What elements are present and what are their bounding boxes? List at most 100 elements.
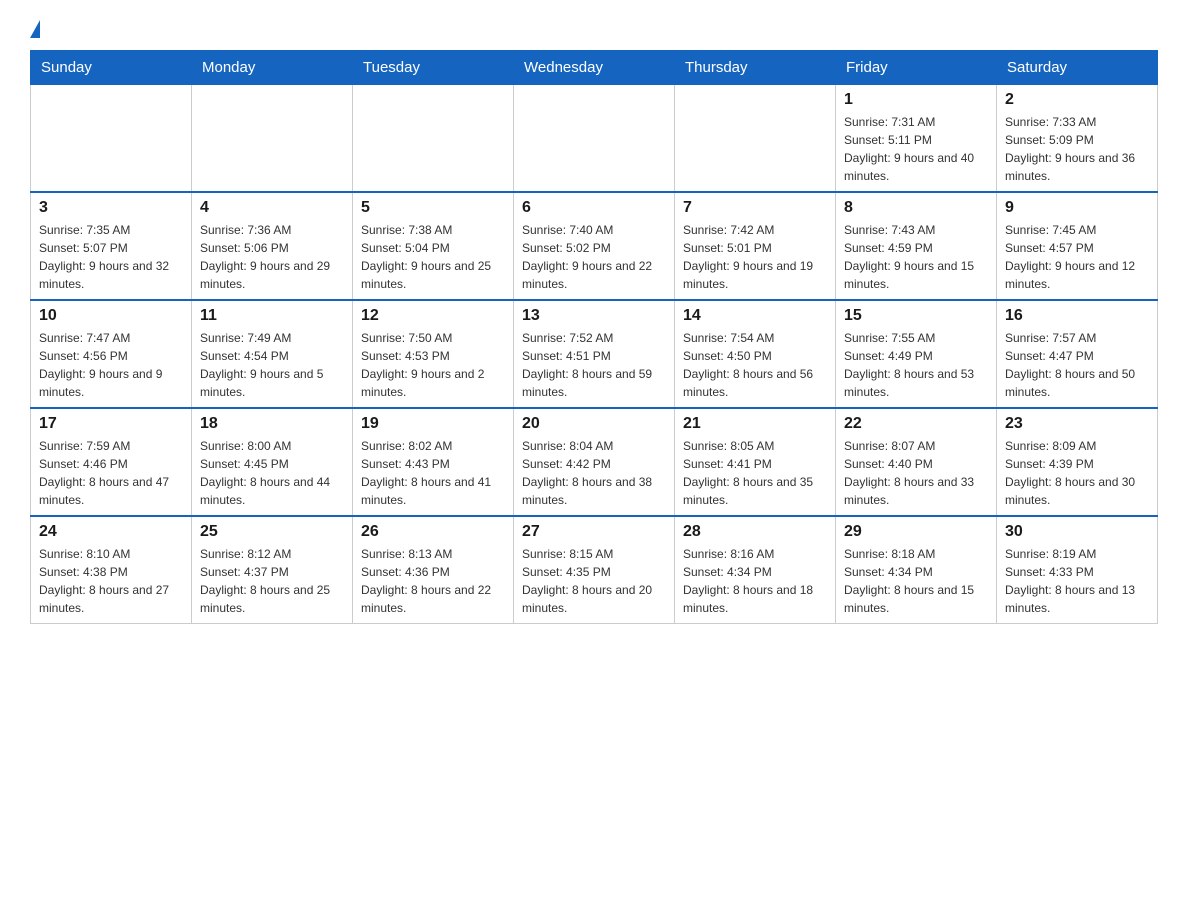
header-wednesday: Wednesday [514,51,675,85]
table-row [31,85,192,193]
table-row: 1Sunrise: 7:31 AM Sunset: 5:11 PM Daylig… [836,85,997,193]
day-number: 25 [200,523,344,541]
table-row: 29 Sunrise: 8:18 AM Sunset: 4:34 PM Dayli… [836,516,997,624]
day-info: Sunrise: 8:07 AM Sunset: 4:40 PM Dayligh… [844,437,988,509]
day-info: Sunrise: 7:59 AM Sunset: 4:46 PM Dayligh… [39,437,183,509]
calendar-week-5: 24 Sunrise: 8:10 AM Sunset: 4:38 PM Dayli… [31,516,1158,624]
table-row: 4 Sunrise: 7:36 AM Sunset: 5:06 PM Daylig… [192,192,353,300]
table-row: 20 Sunrise: 8:04 AM Sunset: 4:42 PM Dayli… [514,408,675,516]
day-number: 13 [522,307,666,325]
day-info: Sunrise: 8:00 AM Sunset: 4:45 PM Dayligh… [200,437,344,509]
day-number: 21 [683,415,827,433]
page-header [30,20,1158,40]
day-info: Sunrise: 8:12 AM Sunset: 4:37 PM Dayligh… [200,545,344,617]
day-info: Sunrise: 7:47 AM Sunset: 4:56 PM Dayligh… [39,329,183,401]
day-number: 12 [361,307,505,325]
table-row: 11 Sunrise: 7:49 AM Sunset: 4:54 PM Dayli… [192,300,353,408]
table-row [514,85,675,193]
day-number: 10 [39,307,183,325]
day-info: Sunrise: 8:04 AM Sunset: 4:42 PM Dayligh… [522,437,666,509]
logo-triangle-icon [30,20,40,38]
table-row: 17 Sunrise: 7:59 AM Sunset: 4:46 PM Dayli… [31,408,192,516]
calendar-week-4: 17 Sunrise: 7:59 AM Sunset: 4:46 PM Dayli… [31,408,1158,516]
day-number: 5 [361,199,505,217]
table-row: 13 Sunrise: 7:52 AM Sunset: 4:51 PM Dayli… [514,300,675,408]
day-info: Sunrise: 7:52 AM Sunset: 4:51 PM Dayligh… [522,329,666,401]
table-row: 16 Sunrise: 7:57 AM Sunset: 4:47 PM Dayli… [997,300,1158,408]
day-info: Sunrise: 7:31 AM Sunset: 5:11 PM Dayligh… [844,113,988,185]
header-saturday: Saturday [997,51,1158,85]
table-row [192,85,353,193]
day-number: 26 [361,523,505,541]
day-info: Sunrise: 8:02 AM Sunset: 4:43 PM Dayligh… [361,437,505,509]
day-number: 18 [200,415,344,433]
table-row: 23 Sunrise: 8:09 AM Sunset: 4:39 PM Dayli… [997,408,1158,516]
table-row: 15 Sunrise: 7:55 AM Sunset: 4:49 PM Dayli… [836,300,997,408]
day-number: 4 [200,199,344,217]
day-number: 24 [39,523,183,541]
day-number: 15 [844,307,988,325]
day-number: 20 [522,415,666,433]
day-number: 11 [200,307,344,325]
calendar-week-3: 10 Sunrise: 7:47 AM Sunset: 4:56 PM Dayli… [31,300,1158,408]
table-row [353,85,514,193]
day-number: 30 [1005,523,1149,541]
day-number: 6 [522,199,666,217]
day-number: 19 [361,415,505,433]
header-tuesday: Tuesday [353,51,514,85]
day-info: Sunrise: 8:10 AM Sunset: 4:38 PM Dayligh… [39,545,183,617]
day-number: 29 [844,523,988,541]
table-row: 30Sunrise: 8:19 AM Sunset: 4:33 PM Dayli… [997,516,1158,624]
table-row: 9 Sunrise: 7:45 AM Sunset: 4:57 PM Daylig… [997,192,1158,300]
day-number: 2 [1005,91,1149,109]
day-info: Sunrise: 7:38 AM Sunset: 5:04 PM Dayligh… [361,221,505,293]
day-number: 17 [39,415,183,433]
table-row: 10 Sunrise: 7:47 AM Sunset: 4:56 PM Dayli… [31,300,192,408]
table-row: 2 Sunrise: 7:33 AM Sunset: 5:09 PM Daylig… [997,85,1158,193]
table-row: 5 Sunrise: 7:38 AM Sunset: 5:04 PM Daylig… [353,192,514,300]
table-row: 25 Sunrise: 8:12 AM Sunset: 4:37 PM Dayli… [192,516,353,624]
day-number: 9 [1005,199,1149,217]
table-row: 21Sunrise: 8:05 AM Sunset: 4:41 PM Dayli… [675,408,836,516]
day-number: 22 [844,415,988,433]
day-number: 14 [683,307,827,325]
table-row: 24 Sunrise: 8:10 AM Sunset: 4:38 PM Dayli… [31,516,192,624]
day-number: 23 [1005,415,1149,433]
header-monday: Monday [192,51,353,85]
header-friday: Friday [836,51,997,85]
day-info: Sunrise: 7:43 AM Sunset: 4:59 PM Dayligh… [844,221,988,293]
day-info: Sunrise: 7:55 AM Sunset: 4:49 PM Dayligh… [844,329,988,401]
table-row: 14 Sunrise: 7:54 AM Sunset: 4:50 PM Dayli… [675,300,836,408]
day-info: Sunrise: 7:54 AM Sunset: 4:50 PM Dayligh… [683,329,827,401]
table-row: 19 Sunrise: 8:02 AM Sunset: 4:43 PM Dayli… [353,408,514,516]
table-row: 6 Sunrise: 7:40 AM Sunset: 5:02 PM Daylig… [514,192,675,300]
day-number: 16 [1005,307,1149,325]
table-row: 26 Sunrise: 8:13 AM Sunset: 4:36 PM Dayli… [353,516,514,624]
day-info: Sunrise: 7:42 AM Sunset: 5:01 PM Dayligh… [683,221,827,293]
table-row: 12 Sunrise: 7:50 AM Sunset: 4:53 PM Dayli… [353,300,514,408]
day-info: Sunrise: 8:09 AM Sunset: 4:39 PM Dayligh… [1005,437,1149,509]
day-info: Sunrise: 7:33 AM Sunset: 5:09 PM Dayligh… [1005,113,1149,185]
table-row [675,85,836,193]
day-info: Sunrise: 7:57 AM Sunset: 4:47 PM Dayligh… [1005,329,1149,401]
day-info: Sunrise: 7:49 AM Sunset: 4:54 PM Dayligh… [200,329,344,401]
day-info: Sunrise: 7:40 AM Sunset: 5:02 PM Dayligh… [522,221,666,293]
table-row: 8 Sunrise: 7:43 AM Sunset: 4:59 PM Daylig… [836,192,997,300]
header-row: Sunday Monday Tuesday Wednesday Thursday… [31,51,1158,85]
day-number: 27 [522,523,666,541]
table-row: 27 Sunrise: 8:15 AM Sunset: 4:35 PM Dayli… [514,516,675,624]
day-info: Sunrise: 8:13 AM Sunset: 4:36 PM Dayligh… [361,545,505,617]
table-row: 18 Sunrise: 8:00 AM Sunset: 4:45 PM Dayli… [192,408,353,516]
header-thursday: Thursday [675,51,836,85]
day-info: Sunrise: 7:50 AM Sunset: 4:53 PM Dayligh… [361,329,505,401]
day-number: 28 [683,523,827,541]
day-info: Sunrise: 7:35 AM Sunset: 5:07 PM Dayligh… [39,221,183,293]
day-info: Sunrise: 7:36 AM Sunset: 5:06 PM Dayligh… [200,221,344,293]
day-info: Sunrise: 8:18 AM Sunset: 4:34 PM Dayligh… [844,545,988,617]
day-info: Sunrise: 8:15 AM Sunset: 4:35 PM Dayligh… [522,545,666,617]
day-info: Sunrise: 7:45 AM Sunset: 4:57 PM Dayligh… [1005,221,1149,293]
day-number: 8 [844,199,988,217]
calendar-week-2: 3Sunrise: 7:35 AM Sunset: 5:07 PM Daylig… [31,192,1158,300]
table-row: 28Sunrise: 8:16 AM Sunset: 4:34 PM Dayli… [675,516,836,624]
header-sunday: Sunday [31,51,192,85]
